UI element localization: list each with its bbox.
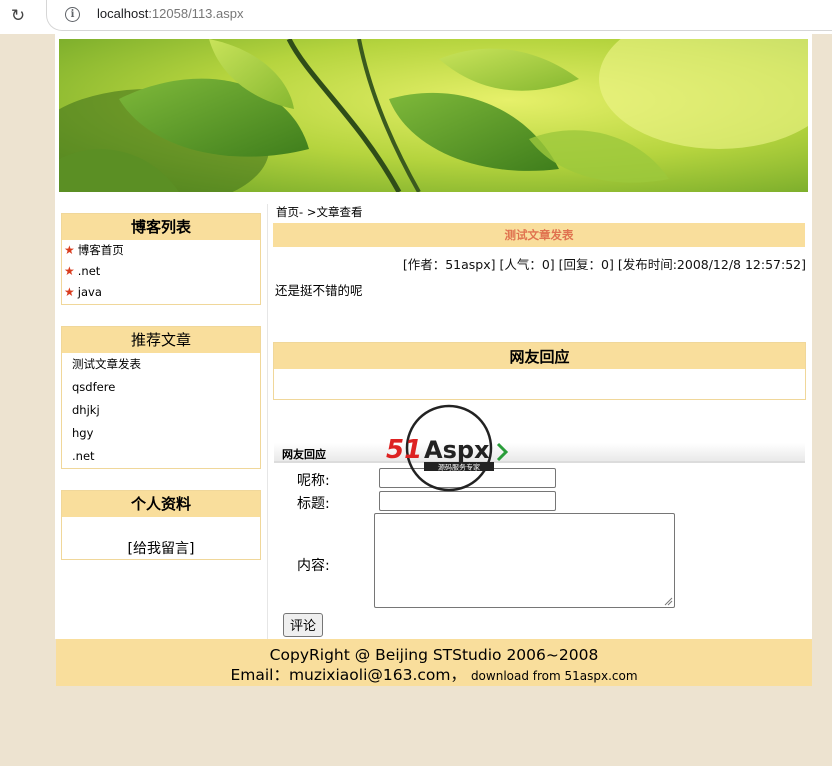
blog-list-title: 博客列表 [62,214,260,240]
article-meta: [作者：51aspx] [人气：0] [回复：0] [发布时间:2008/12/… [402,257,806,272]
blog-list-item[interactable]: ★ 博客首页 [62,240,260,261]
recommended-panel: 推荐文章 测试文章发表 qsdfere dhjkj hgy .net [61,326,261,469]
email-text: Email：muzixiaoli@163.com， [230,666,466,684]
article-title: 测试文章发表 [273,223,805,247]
blog-list-item[interactable]: ★ .net [62,261,260,282]
page-container: 博客列表 ★ 博客首页 ★ .net ★ java 推荐文章 测试文章发表 qsdfe… [55,34,812,639]
column-divider [267,204,268,639]
svg-text:源码服务专家: 源码服务专家 [438,463,480,472]
resize-handle-icon[interactable] [664,597,673,606]
banner-image [59,39,808,192]
replies-panel: 网友回应 [273,342,806,400]
recommended-title: 推荐文章 [62,327,260,353]
svg-text:51: 51 [386,435,422,465]
recommended-item[interactable]: qsdfere [62,376,260,399]
recommended-item[interactable]: .net [62,445,260,468]
blog-list-item[interactable]: ★ java [62,282,260,303]
content-label: 内容: [297,558,330,574]
subject-input[interactable] [379,491,556,511]
submit-comment-button[interactable]: 评论 [283,613,323,637]
recommended-item[interactable]: dhjkj [62,399,260,422]
profile-title: 个人资料 [62,491,260,517]
blog-list-panel: 博客列表 ★ 博客首页 ★ .net ★ java [61,213,261,305]
51aspx-logo: 51 Aspx 源码服务专家 [386,404,509,492]
contact-line: Email：muzixiaoli@163.com， download from … [56,665,812,686]
breadcrumb: 首页- >文章查看 [276,205,363,219]
address-bar[interactable]: i localhost:12058/113.aspx [46,0,832,31]
download-text: download from 51aspx.com [470,669,638,683]
content-textarea[interactable] [374,513,675,608]
reload-icon[interactable]: ↻ [8,6,28,26]
leaves-picture [59,39,808,192]
recommended-item[interactable]: 测试文章发表 [62,353,260,376]
svg-text:Aspx: Aspx [424,436,490,464]
star-icon: ★ [64,264,75,278]
replies-title: 网友回应 [274,343,805,369]
profile-panel: 个人资料 [给我留言] [61,490,261,560]
star-icon: ★ [64,243,75,257]
nickname-label: 呢称: [297,473,330,489]
footer: CopyRight @ Beijing STStudio 2006~2008 E… [56,639,812,686]
recommended-item[interactable]: hgy [62,422,260,445]
leave-message-link[interactable]: [给我留言] [62,538,260,558]
browser-toolbar: ↻ i localhost:12058/113.aspx [0,0,832,34]
article-body: 还是挺不错的呢 [275,283,363,298]
url-text[interactable]: localhost:12058/113.aspx [97,6,243,21]
info-icon[interactable]: i [65,7,80,22]
star-icon: ★ [64,285,75,299]
comment-form-header: 网友回应 [274,443,805,463]
copyright-text: CopyRight @ Beijing STStudio 2006~2008 [269,646,599,664]
subject-label: 标题: [297,496,330,512]
